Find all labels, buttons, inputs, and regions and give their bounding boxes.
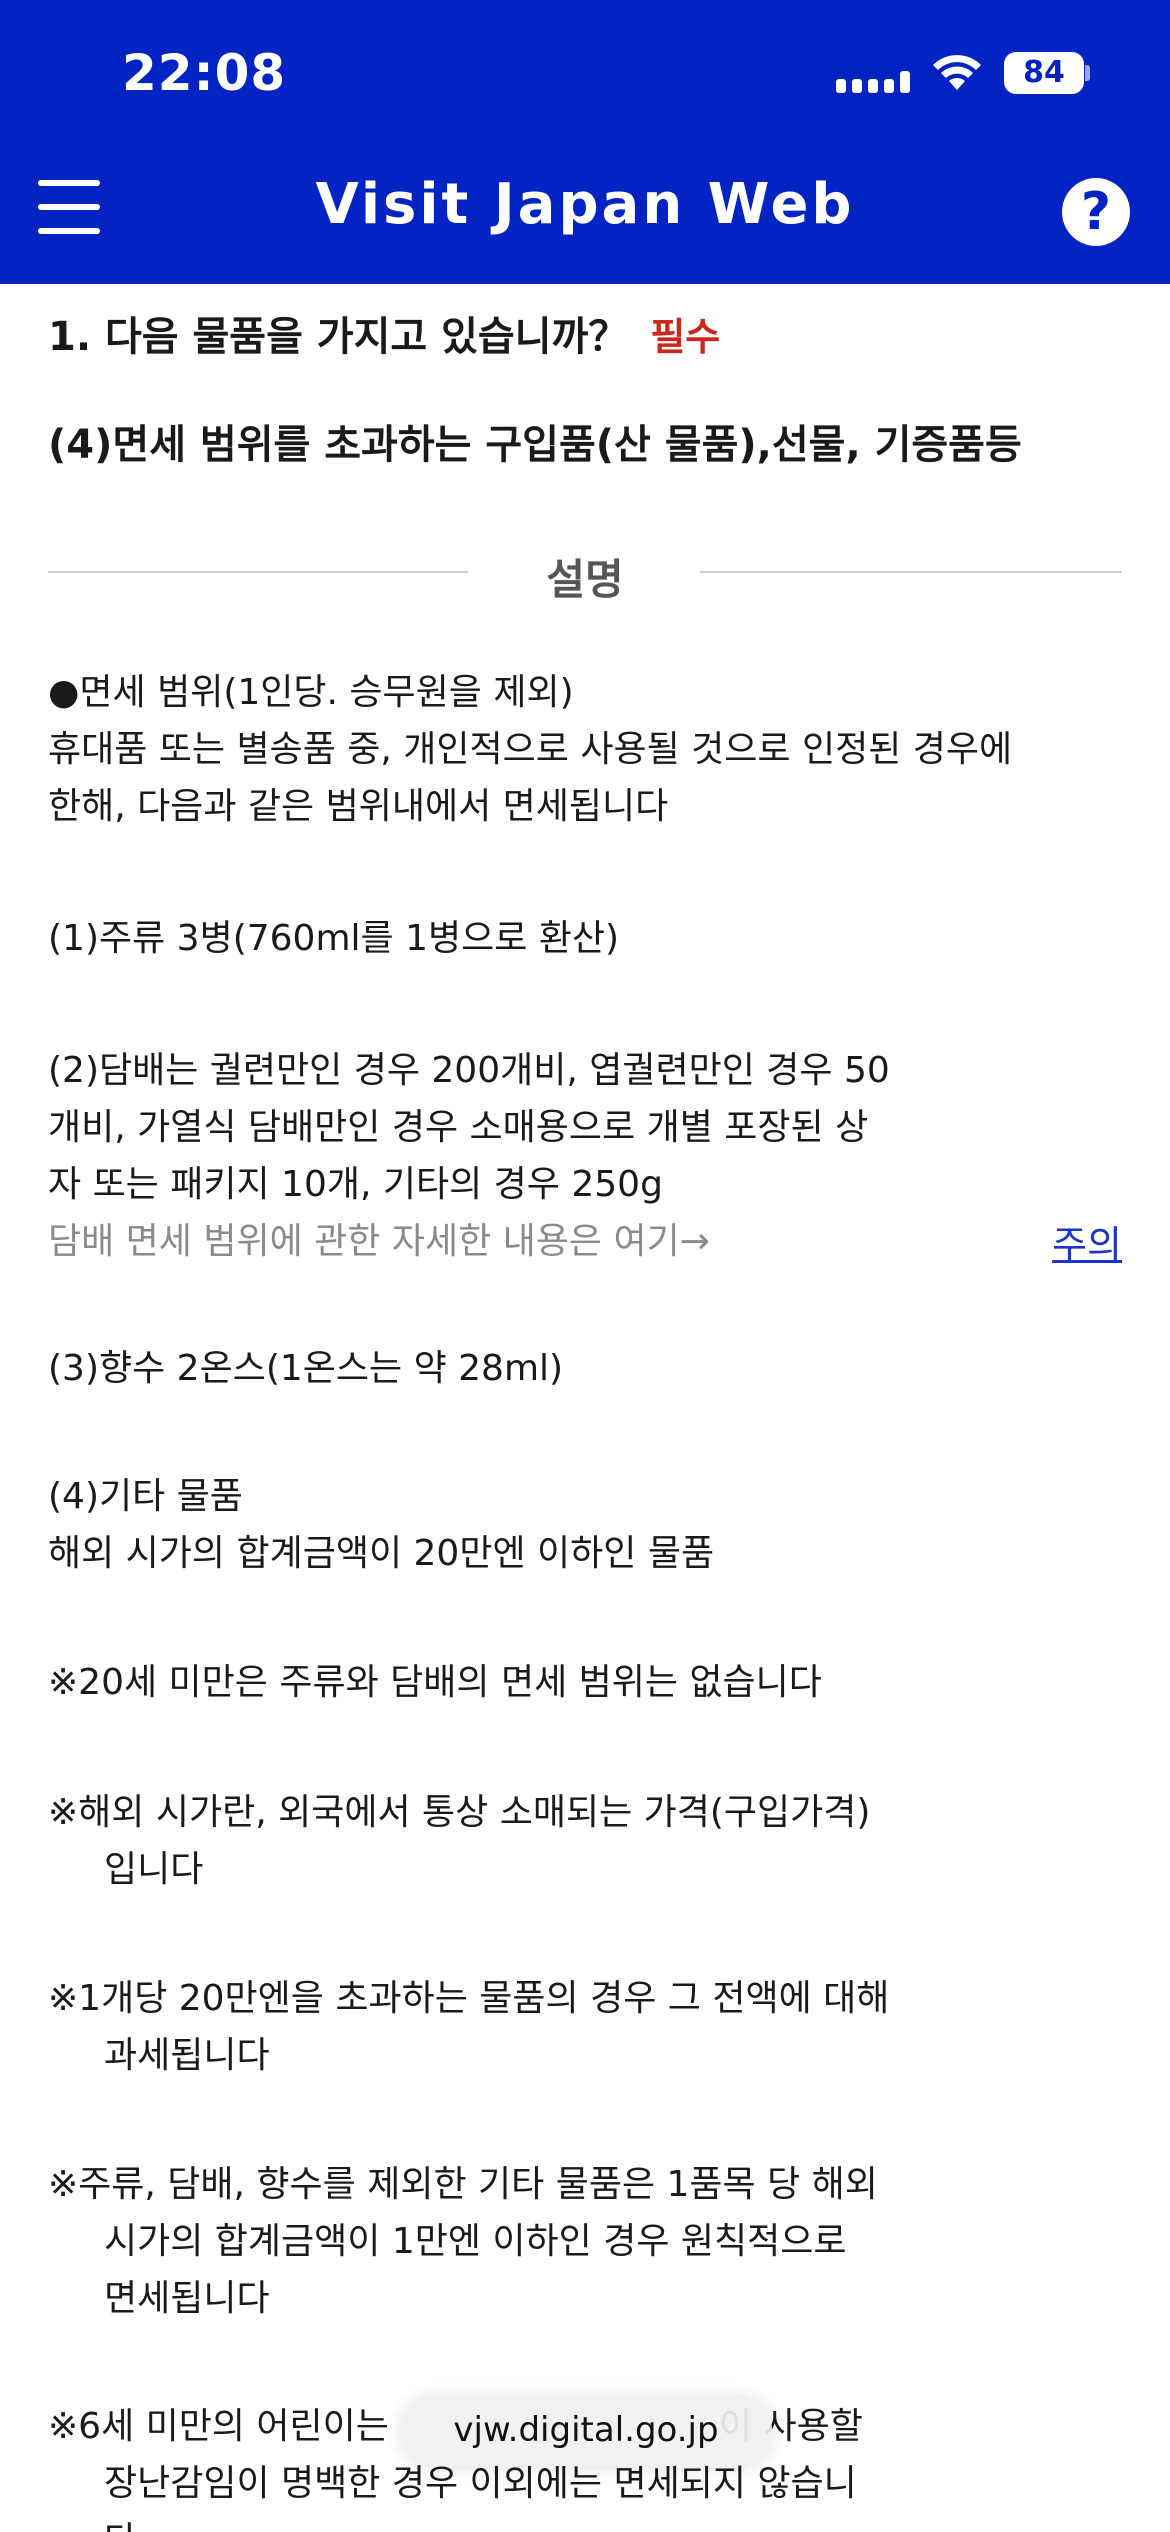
- app-header: 22:08 84 Visit Japan Web ?: [0, 0, 1170, 284]
- tobacco-details-text: 담배 면세 범위에 관한 자세한 내용은 여기→: [48, 1221, 710, 1262]
- paragraph-alcohol: (1)주류 3병(760ml를 1병으로 환산): [48, 918, 620, 959]
- divider-line-right: [700, 571, 1122, 573]
- paragraph-tobacco: (2)담배는 궐련만인 경우 200개비, 엽궐련만인 경우 50 개비, 가열…: [48, 1042, 890, 1270]
- required-badge: 필수: [650, 315, 721, 359]
- paragraph-other-goods: (4)기타 물품 해외 시가의 합계금액이 20만엔 이하인 물품: [48, 1476, 715, 1574]
- paragraph-under-10k: ※주류, 담배, 향수를 제외한 기타 물품은 1품목 당 해외 시가의 합계금…: [48, 2164, 878, 2319]
- paragraph-under-20: ※20세 미만은 주류와 담배의 면세 범위는 없습니다: [48, 1662, 822, 1703]
- question-title: 1. 다음 물품을 가지고 있습니까？ 필수: [48, 304, 720, 362]
- status-icons: 84: [836, 52, 1090, 94]
- caution-link[interactable]: 주의: [1052, 1214, 1122, 1269]
- cellular-signal-icon: [836, 53, 910, 93]
- section-divider: 설명: [48, 546, 1122, 604]
- paragraph-over-200k: ※1개당 20만엔을 초과하는 물품의 경우 그 전액에 대해 과세됩니다: [48, 1978, 890, 2076]
- question-text: 1. 다음 물품을 가지고 있습니까？: [48, 314, 629, 360]
- paragraph-perfume: (3)향수 2온스(1온스는 약 28ml): [48, 1348, 564, 1389]
- browser-url-bar[interactable]: vjw.digital.go.jp: [400, 2394, 772, 2466]
- battery-icon: 84: [1004, 52, 1090, 94]
- wifi-icon: [932, 54, 982, 92]
- sub-question: (4)면세 범위를 초과하는 구입품(산 물품),선물, 기증품등: [48, 422, 1022, 468]
- paragraph-exemption-scope: ●면세 범위(1인당. 승무원을 제외) 휴대품 또는 별송품 중, 개인적으로…: [48, 672, 1013, 827]
- section-title: 설명: [546, 555, 624, 604]
- app-title: Visit Japan Web: [315, 172, 855, 237]
- help-icon[interactable]: ?: [1062, 178, 1130, 246]
- battery-level: 84: [1023, 55, 1065, 90]
- paragraph-overseas-price: ※해외 시가란, 외국에서 통상 소매되는 가격(구입가격) 입니다: [48, 1792, 871, 1890]
- status-time: 22:08: [122, 44, 287, 102]
